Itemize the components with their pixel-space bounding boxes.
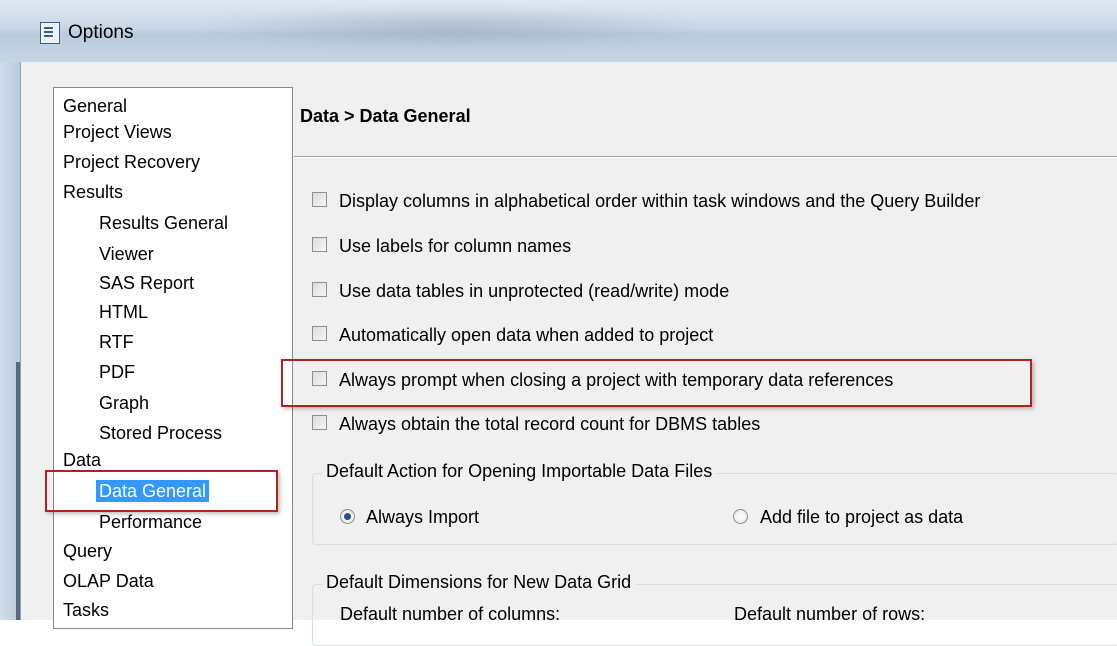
option-label: Use labels for column names bbox=[339, 236, 572, 256]
nav-item-html[interactable]: HTML bbox=[99, 301, 148, 323]
radio-add-file-as-data[interactable] bbox=[733, 509, 748, 524]
nav-item-performance[interactable]: Performance bbox=[99, 511, 202, 533]
option-label: Display columns in alphabetical order wi… bbox=[339, 191, 981, 211]
checkbox[interactable] bbox=[312, 192, 327, 207]
checkbox[interactable] bbox=[312, 237, 327, 252]
options-window-icon bbox=[40, 22, 60, 44]
checkbox[interactable] bbox=[312, 326, 327, 341]
option-label: Automatically open data when added to pr… bbox=[339, 325, 714, 345]
nav-item-project-recovery[interactable]: Project Recovery bbox=[63, 151, 200, 173]
page-title: Data > Data General bbox=[300, 106, 471, 126]
grid-group-title: Default Dimensions for New Data Grid bbox=[322, 572, 636, 593]
nav-item-general[interactable]: General bbox=[63, 95, 127, 117]
nav-item-results[interactable]: Results bbox=[63, 181, 123, 203]
radio-always-import[interactable] bbox=[340, 509, 355, 524]
option-label: Use data tables in unprotected (read/wri… bbox=[339, 281, 730, 301]
nav-item-stored-process[interactable]: Stored Process bbox=[99, 422, 222, 444]
nav-item-rtf[interactable]: RTF bbox=[99, 331, 134, 353]
nav-item-data[interactable]: Data bbox=[63, 449, 101, 471]
highlight-box-nav bbox=[45, 470, 278, 512]
nav-item-tasks[interactable]: Tasks bbox=[63, 599, 109, 621]
title-bar: Options bbox=[0, 0, 1117, 63]
default-rows-label: Default number of rows: bbox=[734, 604, 926, 624]
import-group-title: Default Action for Opening Importable Da… bbox=[322, 461, 717, 482]
window-frame-left bbox=[0, 62, 21, 620]
options-nav-tree[interactable]: General Project Views Project Recovery R… bbox=[53, 87, 293, 629]
checkbox[interactable] bbox=[312, 415, 327, 430]
nav-item-sas-report[interactable]: SAS Report bbox=[99, 272, 194, 294]
nav-item-viewer[interactable]: Viewer bbox=[99, 243, 154, 265]
title-separator bbox=[294, 156, 1117, 158]
radio-label-add-file-as-data[interactable]: Add file to project as data bbox=[760, 506, 963, 528]
option-label: Always obtain the total record count for… bbox=[339, 414, 761, 434]
checkbox[interactable] bbox=[312, 282, 327, 297]
nav-item-graph[interactable]: Graph bbox=[99, 392, 149, 414]
nav-item-results-general[interactable]: Results General bbox=[99, 212, 228, 234]
highlight-box-option bbox=[281, 359, 1032, 407]
window-title: Options bbox=[68, 22, 134, 43]
radio-label-always-import[interactable]: Always Import bbox=[366, 506, 479, 528]
default-columns-label: Default number of columns: bbox=[340, 604, 561, 624]
nav-item-pdf[interactable]: PDF bbox=[99, 361, 135, 383]
nav-item-olap-data[interactable]: OLAP Data bbox=[63, 570, 154, 592]
nav-item-query[interactable]: Query bbox=[63, 540, 112, 562]
title-bar-blur bbox=[190, 6, 710, 50]
nav-item-project-views[interactable]: Project Views bbox=[63, 121, 172, 143]
